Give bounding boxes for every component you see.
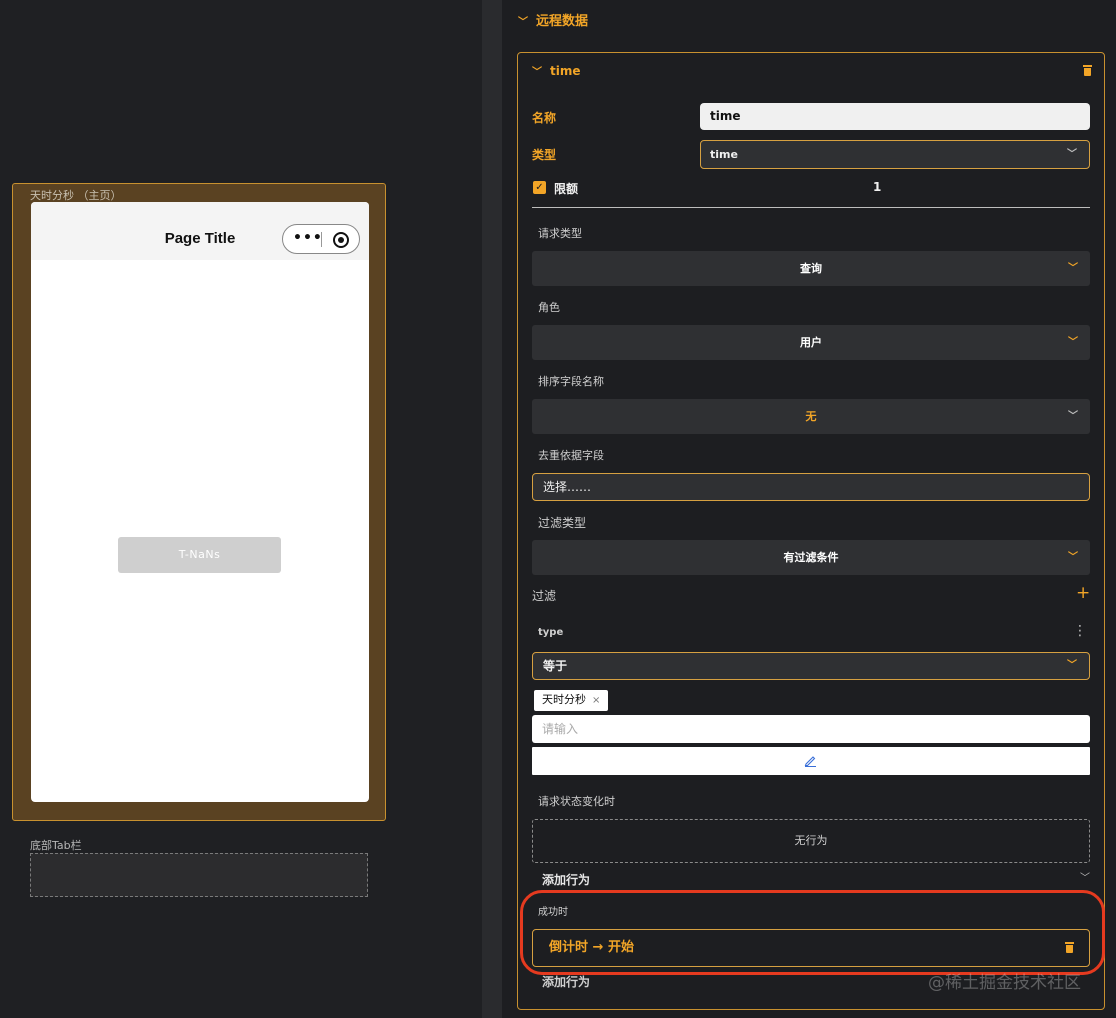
name-label: 名称 — [532, 111, 557, 125]
limit-value[interactable]: 1 — [873, 180, 881, 194]
role-value: 用户 — [800, 336, 822, 349]
more-vertical-icon[interactable]: ⋮ — [1073, 623, 1087, 639]
operator-value: 等于 — [543, 659, 568, 673]
tabbar-dropzone[interactable] — [30, 853, 368, 897]
type-select[interactable]: time ﹀ — [700, 140, 1090, 169]
add-action-label-2[interactable]: 添加行为 — [542, 973, 590, 990]
condition-value-input[interactable]: 请输入 — [532, 715, 1090, 743]
sort-field-label: 排序字段名称 — [538, 375, 604, 388]
name-input[interactable]: time — [700, 103, 1090, 130]
dedupe-select[interactable]: 选择…… — [532, 473, 1090, 501]
panel-gutter — [482, 0, 502, 1018]
role-label: 角色 — [538, 301, 560, 314]
filter-type-value: 有过滤条件 — [783, 551, 839, 564]
more-icon[interactable]: ••• — [293, 230, 323, 246]
chevron-down-icon: ﹀ — [1068, 337, 1078, 348]
properties-panel: ﹀ 远程数据 ﹀ time 名称 time 类型 time ﹀ ✓ 限额 1 请求类… — [502, 0, 1116, 1018]
edit-pencil-icon — [804, 756, 816, 767]
request-type-label: 请求类型 — [538, 227, 582, 240]
filter-type-label: 过滤类型 — [538, 516, 587, 530]
remote-data-item-card: ﹀ time 名称 time 类型 time ﹀ ✓ 限额 1 请求类型 查询 ﹀… — [517, 52, 1105, 1010]
chevron-down-icon: ﹀ — [1068, 552, 1078, 563]
mini-program-capsule[interactable]: ••• — [282, 224, 360, 254]
request-type-select[interactable]: 查询 ﹀ — [532, 251, 1090, 286]
chevron-down-icon: ﹀ — [1068, 411, 1078, 422]
chevron-down-icon: ﹀ — [1067, 149, 1077, 160]
page-frame-home[interactable]: 天时分秒 （主页） Page Title ••• T-NaNs — [12, 183, 386, 821]
request-type-value: 查询 — [800, 262, 822, 275]
trash-icon[interactable] — [1083, 65, 1092, 76]
add-action-label: 添加行为 — [542, 873, 591, 887]
add-filter-icon[interactable]: + — [1076, 583, 1090, 603]
chevron-down-icon[interactable]: ﹀ — [530, 63, 544, 78]
operator-select[interactable]: 等于 ﹀ — [532, 652, 1090, 680]
limit-label: 限额 — [554, 182, 579, 196]
item-name: time — [550, 64, 581, 78]
no-action-dropzone[interactable]: 无行为 — [532, 819, 1090, 863]
item-header[interactable]: ﹀ time — [530, 63, 581, 78]
type-label: 类型 — [532, 148, 557, 162]
type-select-value: time — [710, 148, 738, 161]
value-tag-label: 天时分秒 — [542, 693, 586, 706]
filter-type-select[interactable]: 有过滤条件 ﹀ — [532, 540, 1090, 575]
design-canvas: 天时分秒 （主页） Page Title ••• T-NaNs 底部Tab栏 — [0, 0, 482, 1018]
condition-field: type — [538, 627, 564, 638]
value-tag[interactable]: 天时分秒 × — [534, 690, 609, 711]
chevron-down-icon: ﹀ — [1067, 660, 1077, 671]
phone-navbar: Page Title ••• — [31, 202, 369, 260]
close-icon[interactable]: × — [592, 695, 600, 706]
sort-field-select[interactable]: 无 ﹀ — [532, 399, 1090, 434]
tabbar-label: 底部Tab栏 — [30, 839, 82, 852]
countdown-button[interactable]: T-NaNs — [118, 537, 281, 573]
capsule-divider — [321, 232, 322, 247]
add-action-row[interactable]: 添加行为 ﹀ — [542, 869, 1090, 887]
dedupe-label: 去重依据字段 — [538, 449, 604, 462]
divider — [532, 207, 1090, 208]
role-select[interactable]: 用户 ﹀ — [532, 325, 1090, 360]
close-target-icon[interactable] — [333, 232, 349, 248]
page-frame-label: 天时分秒 （主页） — [30, 189, 122, 202]
annotation-highlight — [520, 890, 1105, 975]
sort-field-value: 无 — [805, 410, 817, 423]
remote-data-section-header[interactable]: ﹀ 远程数据 — [516, 10, 588, 29]
watermark: @稀土掘金技术社区 — [928, 973, 1081, 993]
limit-checkbox[interactable]: ✓ — [533, 181, 546, 194]
chevron-down-icon[interactable]: ﹀ — [516, 13, 530, 28]
chevron-down-icon: ﹀ — [1068, 263, 1078, 274]
section-title: 远程数据 — [536, 14, 589, 29]
on-state-change-label: 请求状态变化时 — [538, 795, 615, 808]
filter-label: 过滤 — [532, 589, 557, 603]
edit-expression-button[interactable] — [532, 747, 1090, 775]
phone-preview[interactable]: Page Title ••• T-NaNs — [31, 202, 369, 802]
chevron-down-icon: ﹀ — [1080, 873, 1090, 884]
